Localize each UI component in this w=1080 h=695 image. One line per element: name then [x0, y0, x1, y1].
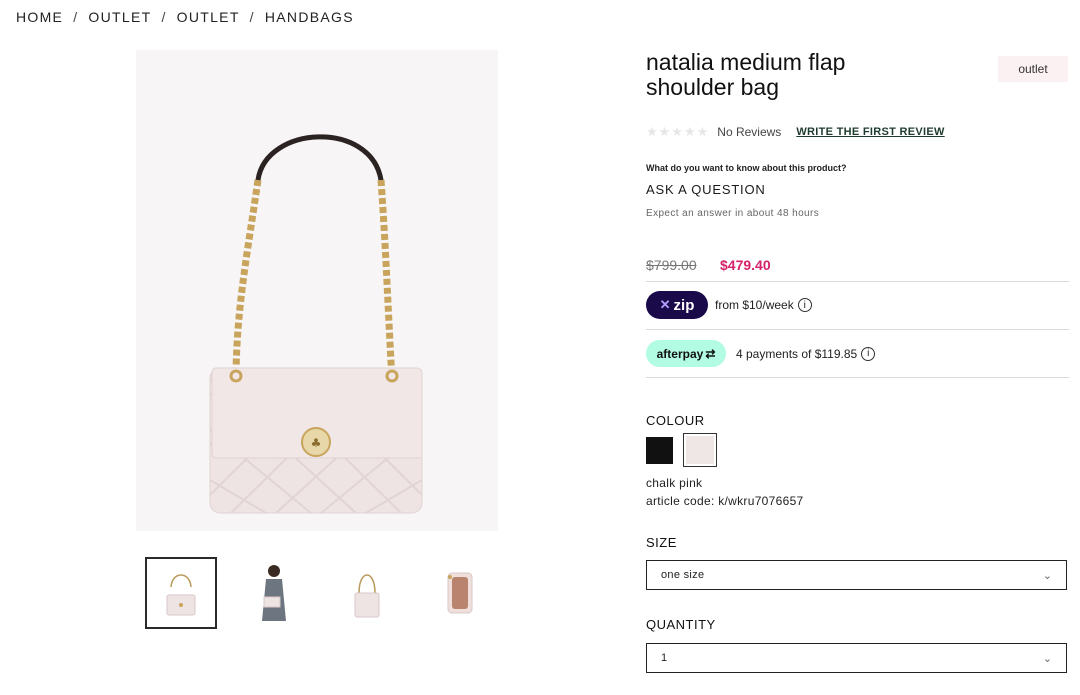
breadcrumb-home[interactable]: HOME — [16, 9, 63, 25]
outlet-badge: outlet — [998, 56, 1068, 82]
no-reviews-text: No Reviews — [717, 125, 782, 139]
main-product-image[interactable]: ♣ — [136, 50, 498, 531]
swatch-black[interactable] — [646, 436, 673, 464]
selected-colour-name: chalk pink — [646, 476, 703, 490]
info-icon[interactable]: i — [797, 298, 812, 312]
quantity-label: QUANTITY — [646, 617, 716, 632]
product-title: natalia medium flap shoulder bag — [646, 50, 906, 100]
product-title-line2: shoulder bag — [646, 74, 779, 100]
afterpay-arrows-icon: ⇄ — [705, 346, 716, 361]
size-select[interactable]: one size ⌄ — [646, 560, 1067, 590]
original-price: $799.00 — [646, 257, 697, 273]
divider — [646, 329, 1069, 330]
divider — [646, 377, 1069, 378]
thumbnail-side[interactable] — [331, 557, 403, 629]
thumbnail-strip — [145, 557, 517, 629]
thumbnail-bag-side-image — [354, 574, 380, 618]
afterpay-logo-text: afterpay — [656, 346, 704, 361]
thumbnail-front[interactable] — [145, 557, 217, 629]
quantity-select[interactable]: 1 ⌄ — [646, 643, 1067, 673]
afterpay-payment-row: afterpay ⇄ 4 payments of $119.85 i — [646, 340, 876, 367]
article-code: article code: k/wkru7076657 — [646, 494, 804, 508]
svg-text:♣: ♣ — [311, 436, 322, 450]
chevron-down-icon: ⌄ — [1042, 569, 1052, 582]
thumbnail-interior[interactable] — [424, 557, 496, 629]
reviews-row: ★★★★★ No Reviews WRITE THE FIRST REVIEW — [646, 124, 945, 140]
breadcrumb-separator: / — [161, 9, 167, 25]
swatch-chalk-pink-fill — [686, 436, 714, 464]
quantity-select-value: 1 — [661, 652, 668, 664]
thumbnail-model[interactable] — [238, 557, 310, 629]
colour-label: COLOUR — [646, 413, 705, 428]
star-rating-icon: ★★★★★ — [646, 124, 710, 139]
expect-answer-text: Expect an answer in about 48 hours — [646, 208, 820, 219]
thumbnail-bag-front-image — [166, 574, 196, 616]
question-prompt: What do you want to know about this prod… — [646, 163, 847, 173]
breadcrumb-outlet[interactable]: OUTLET — [88, 9, 151, 25]
swatch-chalk-pink[interactable] — [683, 433, 717, 467]
breadcrumb-separator: / — [73, 9, 79, 25]
thumbnail-bag-interior-image — [447, 572, 473, 614]
zip-installment-text: from $10/week — [715, 298, 794, 312]
colour-swatches — [646, 433, 717, 467]
chevron-down-icon: ⌄ — [1042, 652, 1052, 665]
zip-logo-text: zip — [673, 296, 695, 314]
breadcrumb-outlet-sub[interactable]: OUTLET — [177, 9, 240, 25]
zip-logo[interactable]: ✕ zip — [646, 291, 708, 319]
size-select-value: one size — [661, 569, 705, 581]
divider — [646, 281, 1069, 282]
breadcrumb-handbags[interactable]: HANDBAGS — [265, 9, 354, 25]
ask-question-link[interactable]: ASK A QUESTION — [646, 182, 766, 197]
write-review-link[interactable]: WRITE THE FIRST REVIEW — [796, 126, 944, 138]
afterpay-logo[interactable]: afterpay ⇄ — [646, 340, 726, 367]
product-title-line1: natalia medium flap — [646, 49, 846, 75]
breadcrumb-separator: / — [249, 9, 255, 25]
breadcrumb: HOME / OUTLET / OUTLET / HANDBAGS — [16, 9, 354, 25]
thumbnail-model-image — [262, 565, 286, 621]
zip-payment-row: ✕ zip from $10/week i — [646, 291, 812, 319]
size-label: SIZE — [646, 535, 677, 550]
afterpay-installment-text: 4 payments of $119.85 — [736, 346, 858, 361]
sale-price: $479.40 — [720, 257, 771, 273]
zip-mark-icon: ✕ — [659, 297, 671, 312]
info-icon[interactable]: i — [861, 346, 876, 361]
bag-illustration: ♣ — [209, 134, 423, 514]
